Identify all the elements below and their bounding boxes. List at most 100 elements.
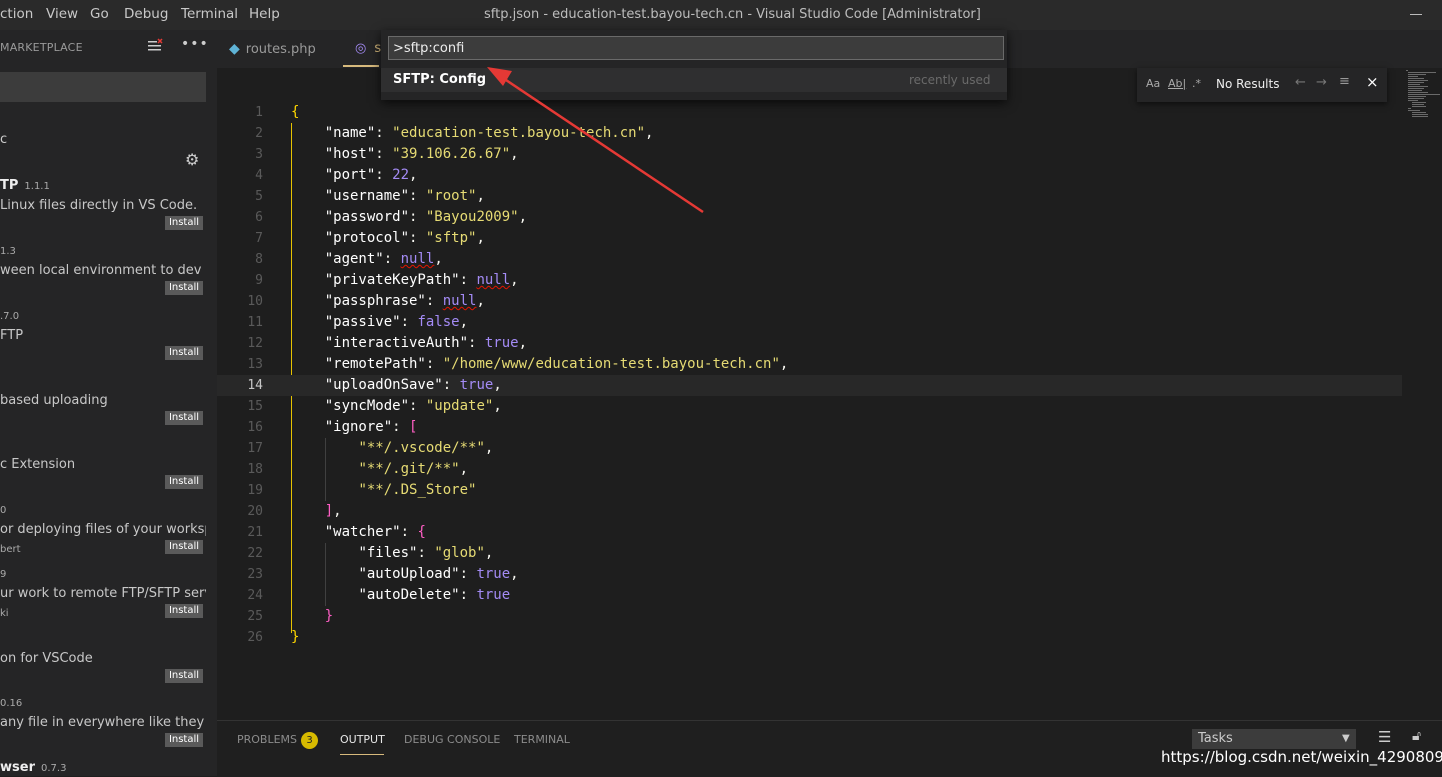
code-line[interactable]: 12 "interactiveAuth": true, (217, 333, 1402, 354)
code-text: "uploadOnSave": true, (291, 375, 502, 396)
tab-terminal[interactable]: TERMINAL (514, 733, 570, 746)
menu-view[interactable]: View (46, 6, 78, 22)
menu-help[interactable]: Help (249, 6, 280, 22)
menu-terminal[interactable]: Terminal (181, 6, 238, 22)
list-item[interactable]: 0.16 any file in everywhere like they ..… (0, 695, 217, 759)
code-line[interactable]: 19 "**/.DS_Store" (217, 480, 1402, 501)
code-token: } (324, 608, 334, 624)
command-palette-input[interactable] (388, 36, 1004, 60)
extension-version: 0 (0, 505, 7, 516)
code-line[interactable]: 20 ], (217, 501, 1402, 522)
install-button[interactable]: Install (165, 540, 203, 554)
php-file-icon: ◆ (229, 41, 240, 57)
list-item[interactable]: .7.0 FTP Install (0, 308, 217, 372)
list-item[interactable]: c Extension Install (0, 437, 217, 501)
code-token: "39.106.26.67" (392, 146, 511, 162)
install-button[interactable]: Install (165, 475, 203, 489)
tab-problems[interactable]: PROBLEMS 3 (237, 732, 319, 749)
tab-debug-console[interactable]: DEBUG CONSOLE (404, 733, 500, 746)
code-line[interactable]: 26} (217, 627, 1402, 648)
next-match-icon[interactable]: → (1316, 75, 1327, 90)
install-button[interactable]: Install (165, 604, 203, 618)
install-button[interactable]: Install (165, 281, 203, 295)
code-line[interactable]: 4 "port": 22, (217, 165, 1402, 186)
install-button[interactable]: Install (165, 411, 203, 425)
install-button[interactable]: Install (165, 669, 203, 683)
code-token: "Bayou2009" (425, 209, 519, 225)
extension-author: ki (0, 608, 9, 619)
code-line[interactable]: 8 "agent": null, (217, 249, 1402, 270)
whole-word-toggle[interactable]: Ab| (1168, 77, 1186, 90)
lock-icon[interactable]: 🔓︎ (1412, 728, 1421, 744)
minimize-icon[interactable] (1410, 14, 1422, 15)
extension-version: 1.1.1 (24, 181, 50, 192)
list-item[interactable]: 0 or deploying files of your worksp... b… (0, 502, 217, 566)
gear-icon[interactable]: ⚙ (185, 150, 199, 169)
tab-output[interactable]: OUTPUT (340, 733, 385, 746)
extension-search-input[interactable] (0, 72, 206, 102)
tab-sftp-json[interactable]: ◎ s (355, 30, 381, 68)
code-text: "passphrase": null, (291, 291, 485, 312)
minimap[interactable] (1402, 68, 1442, 720)
code-line[interactable]: 22 "files": "glob", (217, 543, 1402, 564)
code-line[interactable]: 5 "username": "root", (217, 186, 1402, 207)
code-text: "syncMode": "update", (291, 396, 502, 417)
chevron-down-icon: ▼ (1342, 733, 1350, 744)
code-line[interactable]: 14 "uploadOnSave": true, (217, 375, 1402, 396)
code-line[interactable]: 2 "name": "education-test.bayou-tech.cn"… (217, 123, 1402, 144)
code-line[interactable]: 13 "remotePath": "/home/www/education-te… (217, 354, 1402, 375)
clear-output-icon[interactable]: ☰ (1378, 728, 1391, 746)
find-in-selection-icon[interactable]: ≡ (1339, 74, 1350, 89)
close-icon[interactable]: × (1366, 73, 1379, 91)
code-token: , (493, 377, 502, 393)
list-item[interactable]: 1.3 ween local environment to dev s... I… (0, 243, 217, 307)
code-line[interactable]: 23 "autoUpload": true, (217, 564, 1402, 585)
code-token: , (333, 503, 342, 519)
menu-go[interactable]: Go (90, 6, 109, 22)
code-line[interactable]: 3 "host": "39.106.26.67", (217, 144, 1402, 165)
install-button[interactable]: Install (165, 216, 203, 230)
install-button[interactable]: Install (165, 733, 203, 747)
code-line[interactable]: 6 "password": "Bayou2009", (217, 207, 1402, 228)
install-button[interactable]: Install (165, 346, 203, 360)
code-line[interactable]: 1{ (217, 102, 1402, 123)
code-editor[interactable]: 1{2 "name": "education-test.bayou-tech.c… (217, 102, 1402, 720)
list-item[interactable]: 9 ur work to remote FTP/SFTP serv... ki … (0, 566, 217, 630)
code-line[interactable]: 16 "ignore": [ (217, 417, 1402, 438)
code-token: : (392, 419, 410, 435)
code-line[interactable]: 18 "**/.git/**", (217, 459, 1402, 480)
tasks-select[interactable]: Tasks ▼ (1192, 729, 1356, 749)
extension-version: 1.3 (0, 246, 16, 257)
clear-extensions-icon[interactable] (147, 38, 163, 58)
code-line[interactable]: 15 "syncMode": "update", (217, 396, 1402, 417)
code-line[interactable]: 7 "protocol": "sftp", (217, 228, 1402, 249)
tab-routes-php[interactable]: ◆ routes.php (229, 30, 316, 68)
menu-selection[interactable]: ction (0, 6, 33, 22)
extension-name: TP (0, 178, 19, 193)
previous-match-icon[interactable]: ← (1295, 75, 1306, 90)
code-line[interactable]: 11 "passive": false, (217, 312, 1402, 333)
code-token: "ignore" (324, 419, 393, 435)
code-line[interactable]: 17 "**/.vscode/**", (217, 438, 1402, 459)
list-item[interactable]: TP 1.1.1 Linux files directly in VS Code.… (0, 178, 217, 242)
match-case-toggle[interactable]: Aa (1146, 77, 1160, 90)
code-token: "interactiveAuth" (324, 335, 469, 351)
code-line[interactable]: 9 "privateKeyPath": null, (217, 270, 1402, 291)
list-item[interactable]: on for VSCode Install (0, 631, 217, 695)
code-line[interactable]: 25 } (217, 606, 1402, 627)
more-actions-icon[interactable]: ••• (181, 36, 209, 52)
code-token: ] (324, 503, 334, 519)
code-line[interactable]: 24 "autoDelete": true (217, 585, 1402, 606)
list-item[interactable]: based uploading Install (0, 373, 217, 437)
sidebar-header: MARKETPLACE (0, 41, 83, 54)
regex-toggle[interactable]: .* (1192, 77, 1201, 90)
command-item-sftp-config[interactable]: SFTP: Config recently used (381, 68, 1007, 92)
code-token: : (400, 314, 418, 330)
list-item[interactable]: wser 0.7.3 (0, 760, 217, 776)
code-line[interactable]: 10 "passphrase": null, (217, 291, 1402, 312)
code-line[interactable]: 21 "watcher": { (217, 522, 1402, 543)
menu-debug[interactable]: Debug (124, 6, 168, 22)
